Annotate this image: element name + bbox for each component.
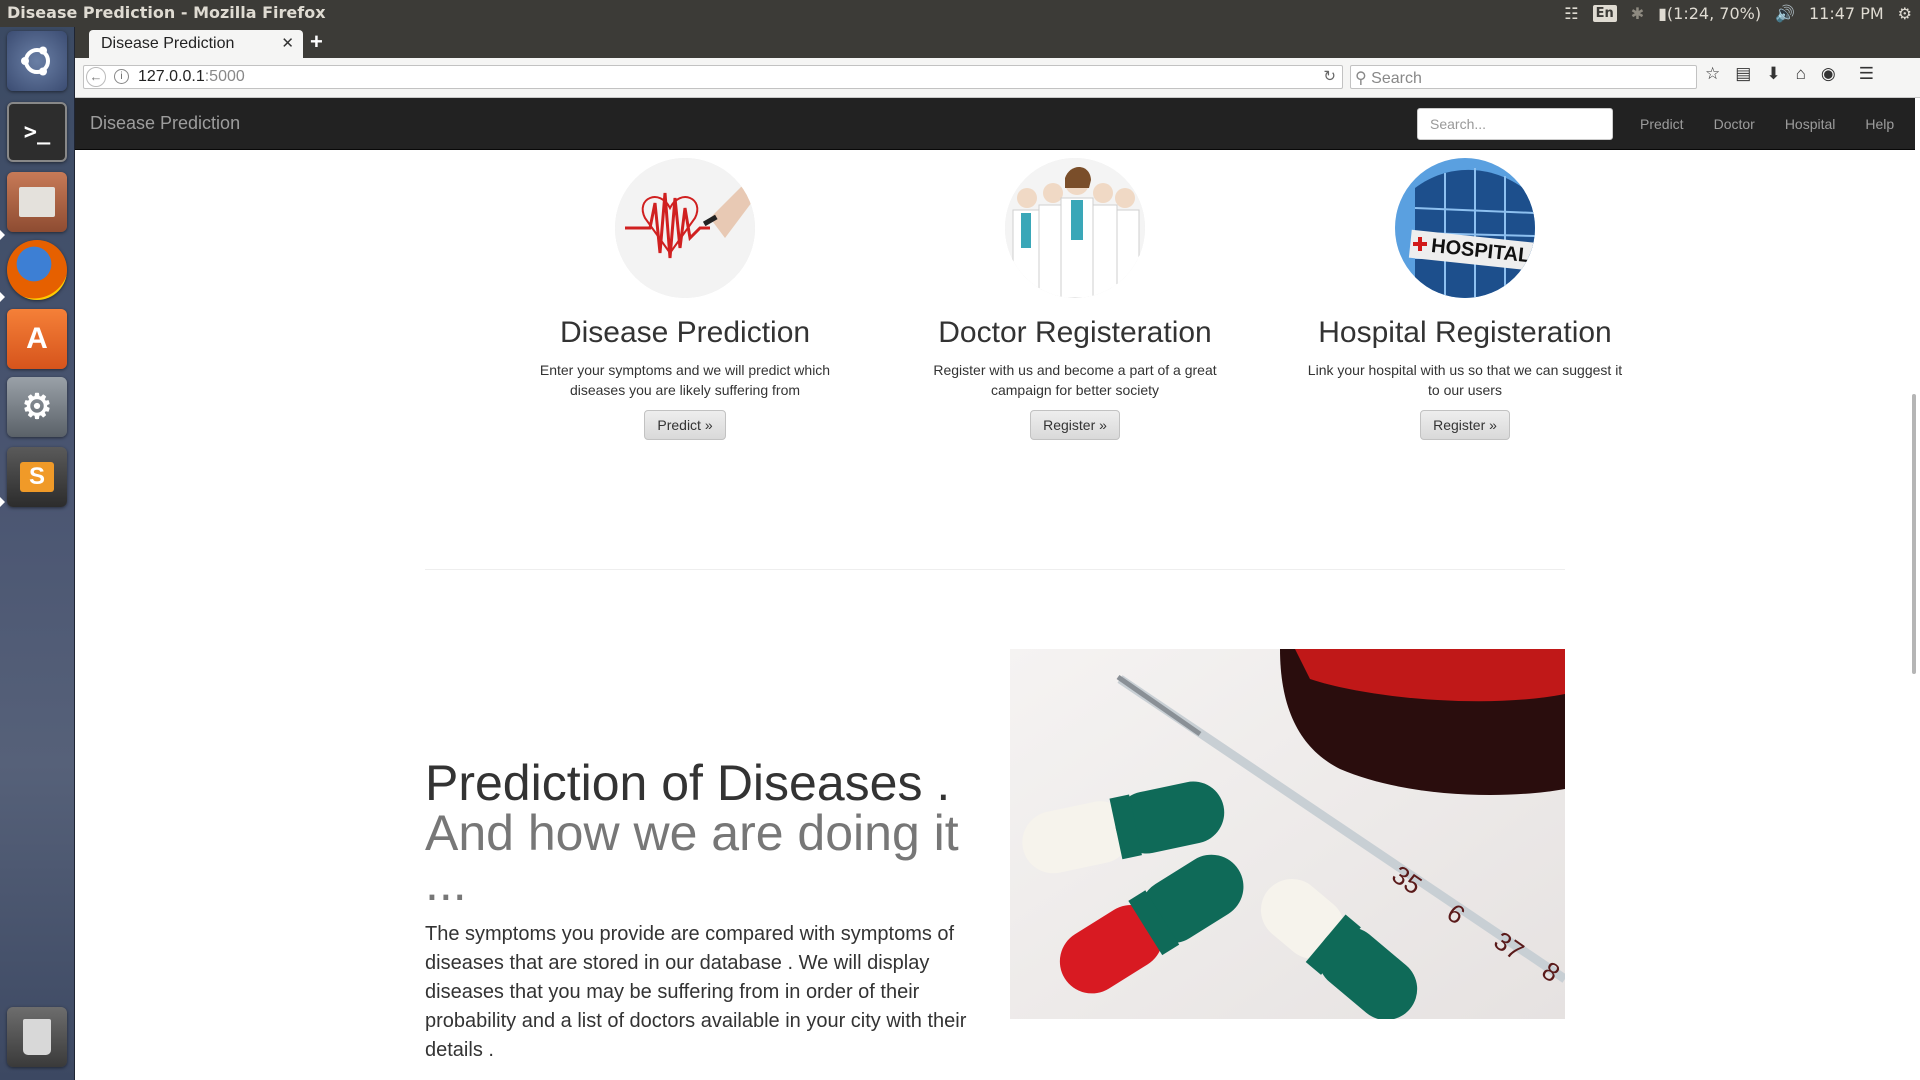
browser-toolbar: ☆ ▤ ⬇ ⌂ ◉ ☰ <box>1705 64 1874 84</box>
url-text[interactable]: 127.0.0.1:5000 <box>138 68 245 86</box>
featurette-text: The symptoms you provide are compared wi… <box>425 923 967 1061</box>
browser-search-box[interactable]: ⚲ Search <box>1350 65 1697 89</box>
scrollbar-thumb[interactable] <box>1912 394 1916 674</box>
new-tab-icon[interactable]: + <box>310 29 323 55</box>
battery-indicator[interactable]: ▮(1:24, 70%) <box>1658 4 1761 23</box>
feature-text: Register with us and become a part of a … <box>933 362 1217 398</box>
bookmark-star-icon[interactable]: ☆ <box>1705 64 1720 84</box>
feature-title: Hospital Registeration <box>1318 316 1612 349</box>
browser-tab-bar: Disease Prediction ✕ + <box>75 27 1920 58</box>
terminal-icon[interactable]: >_ <box>7 102 67 162</box>
pocket-icon[interactable]: ◉ <box>1821 64 1836 84</box>
system-settings-icon[interactable]: ⚙ <box>7 377 67 437</box>
featurette-divider <box>425 569 1565 570</box>
home-icon[interactable]: ⌂ <box>1796 64 1806 84</box>
url-bar[interactable]: ← i 127.0.0.1:5000 ↻ <box>83 65 1343 89</box>
browser-search-placeholder: Search <box>1371 70 1422 87</box>
keyboard-layout[interactable]: En <box>1592 5 1617 22</box>
hospital-register-button[interactable]: Register » <box>1420 410 1510 440</box>
site-brand[interactable]: Disease Prediction <box>90 113 240 134</box>
volume-icon[interactable]: 🔊 <box>1775 4 1795 23</box>
site-nav-links: Predict Doctor Hospital Help <box>1625 98 1909 150</box>
reading-list-icon[interactable]: ▤ <box>1735 64 1751 84</box>
featurette-heading-main: Prediction of Diseases . <box>425 755 951 811</box>
battery-text: (1:24, 70%) <box>1666 4 1762 23</box>
active-indicator <box>0 497 5 507</box>
back-arrow-icon[interactable]: ← <box>86 67 106 87</box>
url-port: :5000 <box>204 68 245 85</box>
tab-title: Disease Prediction <box>101 35 235 52</box>
feature-hospital-registration: HOSPITAL Hospital Registeration Link you… <box>1285 158 1645 440</box>
trash-icon[interactable] <box>7 1007 67 1067</box>
url-host: 127.0.0.1 <box>138 68 205 85</box>
site-search-input[interactable]: Search... <box>1417 108 1613 140</box>
web-page: Disease Prediction Search... Predict Doc… <box>75 98 1920 1080</box>
nav-doctor-link[interactable]: Doctor <box>1699 116 1770 132</box>
reload-icon[interactable]: ↻ <box>1323 67 1336 85</box>
site-navbar: Disease Prediction Search... Predict Doc… <box>75 98 1915 150</box>
nav-help-link[interactable]: Help <box>1850 116 1909 132</box>
heart-pulse-image <box>615 158 755 298</box>
nav-predict-link[interactable]: Predict <box>1625 116 1699 132</box>
site-info-icon[interactable]: i <box>114 69 129 84</box>
doctors-image <box>1005 158 1145 298</box>
nav-hospital-link[interactable]: Hospital <box>1770 116 1851 132</box>
tab-close-icon[interactable]: ✕ <box>281 34 294 52</box>
pills-thermometer-image: 35 6 37 8 <box>1010 649 1568 1021</box>
feature-title: Doctor Registeration <box>938 316 1212 349</box>
sublime-text-icon[interactable]: S <box>7 447 67 507</box>
files-icon[interactable] <box>7 172 67 232</box>
wifi-icon[interactable]: ☷ <box>1564 4 1578 23</box>
feature-disease-prediction: Disease Prediction Enter your symptoms a… <box>505 158 865 440</box>
feature-text: Enter your symptoms and we will predict … <box>539 362 831 398</box>
doctor-register-button[interactable]: Register » <box>1030 410 1120 440</box>
active-indicator <box>0 230 5 240</box>
launcher: >_ A ⚙ S <box>0 27 75 1080</box>
feature-doctor-registration: Doctor Registeration Register with us an… <box>895 158 1255 440</box>
featurette: Prediction of Diseases . And how we are … <box>425 758 985 1065</box>
window-title: Disease Prediction - Mozilla Firefox <box>7 3 326 22</box>
menu-hamburger-icon[interactable]: ☰ <box>1859 64 1874 84</box>
bluetooth-icon[interactable]: ✱ <box>1631 4 1644 23</box>
predict-button[interactable]: Predict » <box>644 410 726 440</box>
power-gear-icon[interactable]: ⚙ <box>1898 4 1912 23</box>
software-center-icon[interactable]: A <box>7 309 67 369</box>
downloads-icon[interactable]: ⬇ <box>1766 64 1780 84</box>
active-indicator <box>0 292 5 302</box>
search-icon: ⚲ <box>1355 70 1367 87</box>
feature-text: Link your hospital with us so that we ca… <box>1307 362 1623 398</box>
clock[interactable]: 11:47 PM <box>1809 4 1884 23</box>
featurette-heading: Prediction of Diseases . And how we are … <box>425 758 985 908</box>
hospital-image: HOSPITAL <box>1395 158 1535 298</box>
top-panel: Disease Prediction - Mozilla Firefox ☷ E… <box>0 0 1920 27</box>
browser-tab[interactable]: Disease Prediction ✕ <box>89 30 303 58</box>
firefox-icon[interactable] <box>7 240 67 300</box>
system-tray: ☷ En ✱ ▮(1:24, 70%) 🔊 11:47 PM ⚙ <box>1564 0 1912 27</box>
feature-title: Disease Prediction <box>559 316 811 349</box>
browser-nav-bar: ← i 127.0.0.1:5000 ↻ ⚲ Search ☆ ▤ ⬇ ⌂ ◉ … <box>75 58 1920 98</box>
featurette-heading-muted: And how we are doing it ... <box>425 805 959 911</box>
ubuntu-dash-icon[interactable] <box>7 31 67 91</box>
site-search-placeholder: Search... <box>1430 116 1487 132</box>
